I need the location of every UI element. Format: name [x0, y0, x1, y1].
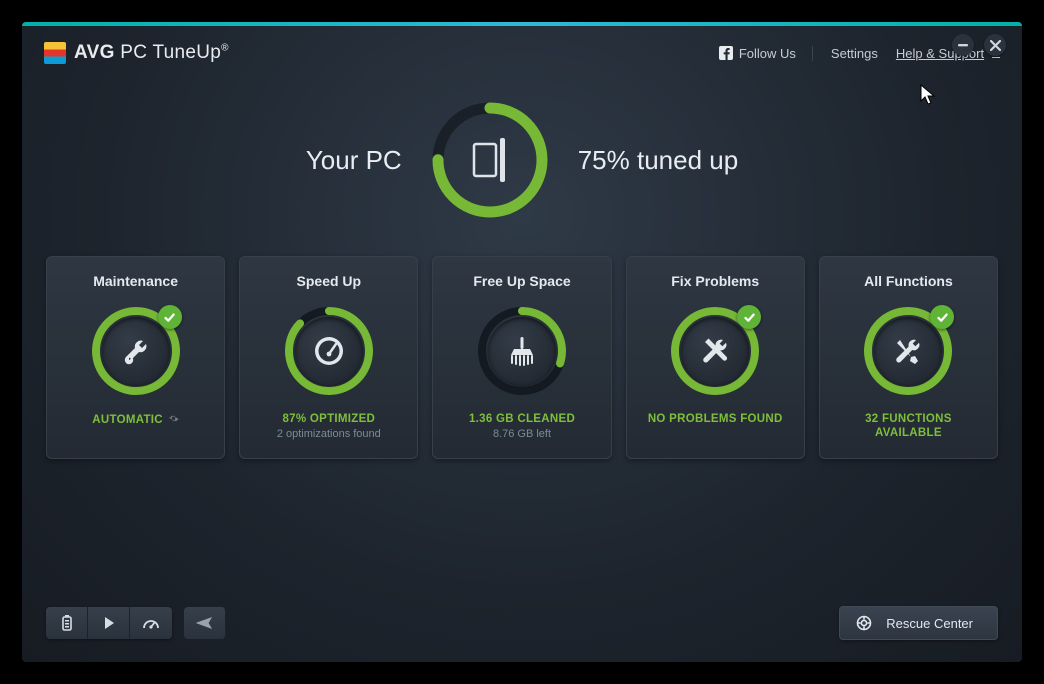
hero-left-text: Your PC: [306, 145, 402, 176]
tools-icon: [681, 317, 749, 385]
settings-link[interactable]: Settings: [831, 46, 878, 61]
card-all[interactable]: All Functions 32 FUNCTIONS AVAILABLE: [819, 256, 998, 459]
mode-button-group: [46, 607, 172, 639]
laptop-icon: [430, 100, 550, 220]
footer: Rescue Center: [46, 606, 998, 640]
card-title: Free Up Space: [473, 273, 570, 289]
card-progress-ring: [667, 303, 763, 399]
battery-mode-button[interactable]: [46, 607, 88, 639]
card-fix[interactable]: Fix Problems NO PROBLEMS FOUND: [626, 256, 805, 459]
rescue-center-button[interactable]: Rescue Center: [839, 606, 998, 640]
hero-progress-ring: [430, 100, 550, 220]
follow-us-label: Follow Us: [739, 46, 796, 61]
card-stat-primary: 1.36 GB CLEANED: [469, 413, 575, 425]
card-stat-primary: AUTOMATIC: [92, 413, 179, 427]
avg-logo-icon: [44, 42, 66, 64]
brand-logo: AVG PC TuneUp®: [44, 42, 229, 64]
settings-label: Settings: [831, 46, 878, 61]
card-freeup[interactable]: Free Up Space 1.36 GB CLEANED 8.76 GB left: [432, 256, 611, 459]
card-stat-secondary: 2 optimizations found: [277, 428, 381, 440]
card-progress-ring: [474, 303, 570, 399]
card-stat-primary: 87% OPTIMIZED: [282, 413, 375, 425]
card-stat-primary: NO PROBLEMS FOUND: [648, 413, 783, 425]
card-speedup[interactable]: Speed Up 87% OPTIMIZED 2 optimizations fou…: [239, 256, 418, 459]
card-stat-secondary: 8.76 GB left: [493, 428, 551, 440]
brand-title: AVG PC TuneUp®: [74, 42, 229, 64]
card-title: Speed Up: [297, 273, 362, 289]
turbo-mode-button[interactable]: [130, 607, 172, 639]
rescue-center-label: Rescue Center: [886, 616, 973, 631]
check-badge-icon: [158, 305, 182, 329]
broom-icon: [488, 317, 556, 385]
hero-status: Your PC 75% tuned up: [22, 100, 1022, 220]
card-maintenance[interactable]: Maintenance AUTOMATIC: [46, 256, 225, 459]
brand-reg: ®: [221, 43, 229, 54]
follow-us-link[interactable]: Follow Us: [719, 46, 813, 61]
wrench-cycle-icon: [102, 317, 170, 385]
card-title: Fix Problems: [671, 273, 759, 289]
airplane-icon: [196, 615, 214, 631]
cards-row: Maintenance AUTOMATIC Speed Up 87% OPTIMIZ…: [22, 220, 1022, 459]
cross-tools-icon: [874, 317, 942, 385]
gear-icon: [168, 413, 179, 427]
hero-right-text: 75% tuned up: [578, 145, 738, 176]
dashboard-icon: [142, 616, 160, 630]
card-title: All Functions: [864, 273, 953, 289]
standard-mode-button[interactable]: [88, 607, 130, 639]
window-controls: [952, 34, 1006, 56]
card-stat-primary: 32 FUNCTIONS: [865, 413, 952, 425]
card-progress-ring: [88, 303, 184, 399]
app-window: AVG PC TuneUp® Follow Us Settings Help &…: [22, 22, 1022, 662]
close-button[interactable]: [984, 34, 1006, 56]
minimize-button[interactable]: [952, 34, 974, 56]
card-title: Maintenance: [93, 273, 178, 289]
gauge-icon: [295, 317, 363, 385]
card-progress-ring: [860, 303, 956, 399]
header: AVG PC TuneUp® Follow Us Settings Help &…: [22, 26, 1022, 64]
brand-rest: PC TuneUp: [115, 42, 222, 63]
card-progress-ring: [281, 303, 377, 399]
brand-bold: AVG: [74, 42, 115, 63]
facebook-icon: [719, 46, 733, 60]
lifebuoy-icon: [856, 615, 872, 631]
battery-icon: [60, 614, 74, 632]
flight-mode-button[interactable]: [184, 607, 226, 639]
play-icon: [102, 616, 116, 630]
card-stat-secondary: AVAILABLE: [875, 427, 942, 439]
